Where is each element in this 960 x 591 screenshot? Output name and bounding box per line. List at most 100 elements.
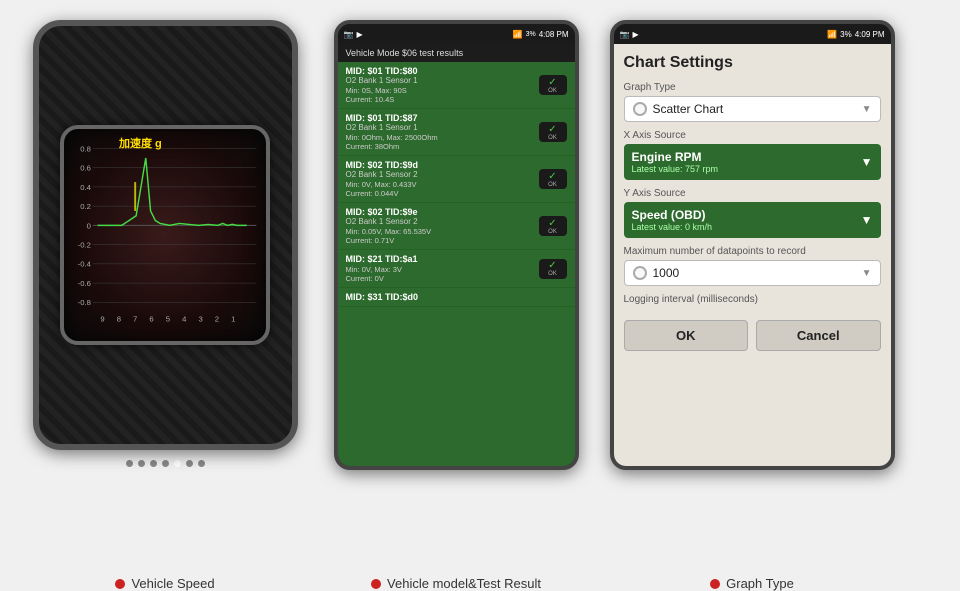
status-icons-right: 📶 3% 4:08 PM xyxy=(513,30,569,39)
dot-red-3 xyxy=(710,579,720,589)
x-axis-label: X Axis Source xyxy=(624,130,881,141)
cancel-button[interactable]: Cancel xyxy=(756,320,881,351)
item2-title: MID: $01 TID:$87 xyxy=(346,113,539,123)
dot-red-2 xyxy=(371,579,381,589)
svg-text:0.6: 0.6 xyxy=(80,164,91,173)
item3-values: Min: 0V, Max: 0.433VCurrent: 0.044V xyxy=(346,180,539,198)
phone-screen-3: 📷 ▶ 📶 3% 4:09 PM Chart Settings Graph Ty… xyxy=(610,20,895,470)
svg-text:0.8: 0.8 xyxy=(80,144,91,153)
item4-title: MID: $02 TID:$9e xyxy=(346,207,539,217)
svg-text:1: 1 xyxy=(231,315,235,324)
item4-values: Min: 0.05V, Max: 65.535VCurrent: 0.71V xyxy=(346,227,539,245)
svg-text:-0.6: -0.6 xyxy=(78,279,91,288)
graph-type-radio[interactable] xyxy=(633,102,647,116)
y-axis-value: Speed (OBD) xyxy=(632,208,713,222)
test-item-2: MID: $01 TID:$87 O2 Bank 1 Sensor 1 Min:… xyxy=(338,109,575,156)
max-dp-value: 1000 xyxy=(653,266,680,280)
graph-type-label: Graph Type xyxy=(624,82,881,93)
bottom-labels: Vehicle Speed Vehicle model&Test Result … xyxy=(0,568,960,591)
item5-values: Min: 0V, Max: 3VCurrent: 0V xyxy=(346,265,539,283)
svg-text:-0.2: -0.2 xyxy=(78,241,91,250)
max-dp-dropdown[interactable]: 1000 ▼ xyxy=(624,260,881,286)
ok-badge-4: ✓ OK xyxy=(539,216,567,236)
status-icons-left: 📷 ▶ xyxy=(344,30,363,39)
battery-3: 3% xyxy=(840,30,852,39)
label-text-3: Graph Type xyxy=(726,576,794,591)
status-bar-3: 📷 ▶ 📶 3% 4:09 PM xyxy=(614,24,891,44)
test-item-6: MID: $31 TID:$d0 xyxy=(338,288,575,307)
item4-sub: O2 Bank 1 Sensor 2 xyxy=(346,217,539,226)
max-dp-radio[interactable] xyxy=(633,266,647,280)
dot-3 xyxy=(150,460,157,467)
label-vehicle-speed: Vehicle Speed xyxy=(20,576,310,591)
label-graph-type: Graph Type xyxy=(602,576,902,591)
graph-type-section: Graph Type Scatter Chart ▼ xyxy=(624,82,881,122)
svg-text:2: 2 xyxy=(215,315,219,324)
item1-values: Min: 0S, Max: 90SCurrent: 10.4S xyxy=(346,86,539,104)
item2-values: Min: 0Ohm, Max: 2500OhmCurrent: 38Ohm xyxy=(346,133,539,151)
chart-settings-title: Chart Settings xyxy=(624,54,881,72)
dot-5-active xyxy=(174,460,181,467)
ok-badge-3: ✓ OK xyxy=(539,169,567,189)
max-dp-chevron-icon: ▼ xyxy=(862,268,872,279)
svg-text:7: 7 xyxy=(133,315,137,324)
test-item-5: MID: $21 TID:$a1 Min: 0V, Max: 3VCurrent… xyxy=(338,250,575,288)
svg-text:0.4: 0.4 xyxy=(80,183,91,192)
svg-text:5: 5 xyxy=(166,315,170,324)
chart-title: 加速度 g xyxy=(119,135,162,151)
graph-type-dropdown[interactable]: Scatter Chart ▼ xyxy=(624,96,881,122)
battery-label: 3% xyxy=(526,31,536,38)
log-interval-section: Logging interval (milliseconds) xyxy=(624,294,881,308)
x-axis-value: Engine RPM xyxy=(632,150,719,164)
dot-1 xyxy=(126,460,133,467)
ok-button[interactable]: OK xyxy=(624,320,749,351)
svg-text:8: 8 xyxy=(117,315,121,324)
x-axis-section: X Axis Source Engine RPM Latest value: 7… xyxy=(624,130,881,180)
max-dp-label: Maximum number of datapoints to record xyxy=(624,246,881,257)
wifi-icon: 📶 xyxy=(827,30,837,39)
chart-settings-panel: Chart Settings Graph Type Scatter Chart … xyxy=(614,44,891,466)
dot-7 xyxy=(198,460,205,467)
y-axis-section: Y Axis Source Speed (OBD) Latest value: … xyxy=(624,188,881,238)
log-interval-label: Logging interval (milliseconds) xyxy=(624,294,881,305)
time-label: 4:08 PM xyxy=(539,30,569,39)
dialog-buttons: OK Cancel xyxy=(624,320,881,351)
test-item-1: MID: $01 TID:$80 O2 Bank 1 Sensor 1 Min:… xyxy=(338,62,575,109)
svg-text:4: 4 xyxy=(182,315,187,324)
screen2-header: Vehicle Mode $06 test results xyxy=(338,44,575,62)
chart-svg: 0.8 0.6 0.4 0.2 0 -0.2 -0.4 -0.6 -0.8 9 … xyxy=(64,129,266,341)
dot-6 xyxy=(186,460,193,467)
chart-widget: 加速度 g 0.8 0.6 0.4 0.2 xyxy=(60,125,270,345)
y-axis-sub: Latest value: 0 km/h xyxy=(632,222,713,232)
pagination-dots xyxy=(126,460,205,467)
y-axis-label: Y Axis Source xyxy=(624,188,881,199)
label-test-result: Vehicle model&Test Result xyxy=(326,576,586,591)
ok-badge-1: ✓ OK xyxy=(539,75,567,95)
item6-title: MID: $31 TID:$d0 xyxy=(346,292,567,302)
phone-screen-1: 加速度 g 0.8 0.6 0.4 0.2 xyxy=(33,20,298,450)
dot-4 xyxy=(162,460,169,467)
x-axis-sub: Latest value: 757 rpm xyxy=(632,164,719,174)
phone-screen-2: 📷 ▶ 📶 3% 4:08 PM Vehicle Mode $06 test r… xyxy=(334,20,579,470)
y-axis-dropdown[interactable]: Speed (OBD) Latest value: 0 km/h ▼ xyxy=(624,202,881,238)
panel-test-result: 📷 ▶ 📶 3% 4:08 PM Vehicle Mode $06 test r… xyxy=(326,20,586,568)
test-item-4: MID: $02 TID:$9e O2 Bank 1 Sensor 2 Min:… xyxy=(338,203,575,250)
svg-text:-0.4: -0.4 xyxy=(78,260,92,269)
panel-vehicle-speed: 加速度 g 0.8 0.6 0.4 0.2 xyxy=(20,20,310,568)
svg-text:9: 9 xyxy=(100,315,104,324)
item3-title: MID: $02 TID:$9d xyxy=(346,160,539,170)
test-item-3: MID: $02 TID:$9d O2 Bank 1 Sensor 2 Min:… xyxy=(338,156,575,203)
label-text-2: Vehicle model&Test Result xyxy=(387,576,541,591)
svg-text:0: 0 xyxy=(87,221,91,230)
status-bar-2: 📷 ▶ 📶 3% 4:08 PM xyxy=(338,24,575,44)
svg-text:6: 6 xyxy=(149,315,153,324)
x-axis-dropdown[interactable]: Engine RPM Latest value: 757 rpm ▼ xyxy=(624,144,881,180)
svg-text:-0.8: -0.8 xyxy=(78,298,91,307)
panel-graph-type: 📷 ▶ 📶 3% 4:09 PM Chart Settings Graph Ty… xyxy=(602,20,902,568)
dot-2 xyxy=(138,460,145,467)
ok-badge-5: ✓ OK xyxy=(539,259,567,279)
y-axis-chevron-icon: ▼ xyxy=(861,213,873,227)
dot-red-1 xyxy=(115,579,125,589)
item3-sub: O2 Bank 1 Sensor 2 xyxy=(346,170,539,179)
test-list: MID: $01 TID:$80 O2 Bank 1 Sensor 1 Min:… xyxy=(338,62,575,466)
